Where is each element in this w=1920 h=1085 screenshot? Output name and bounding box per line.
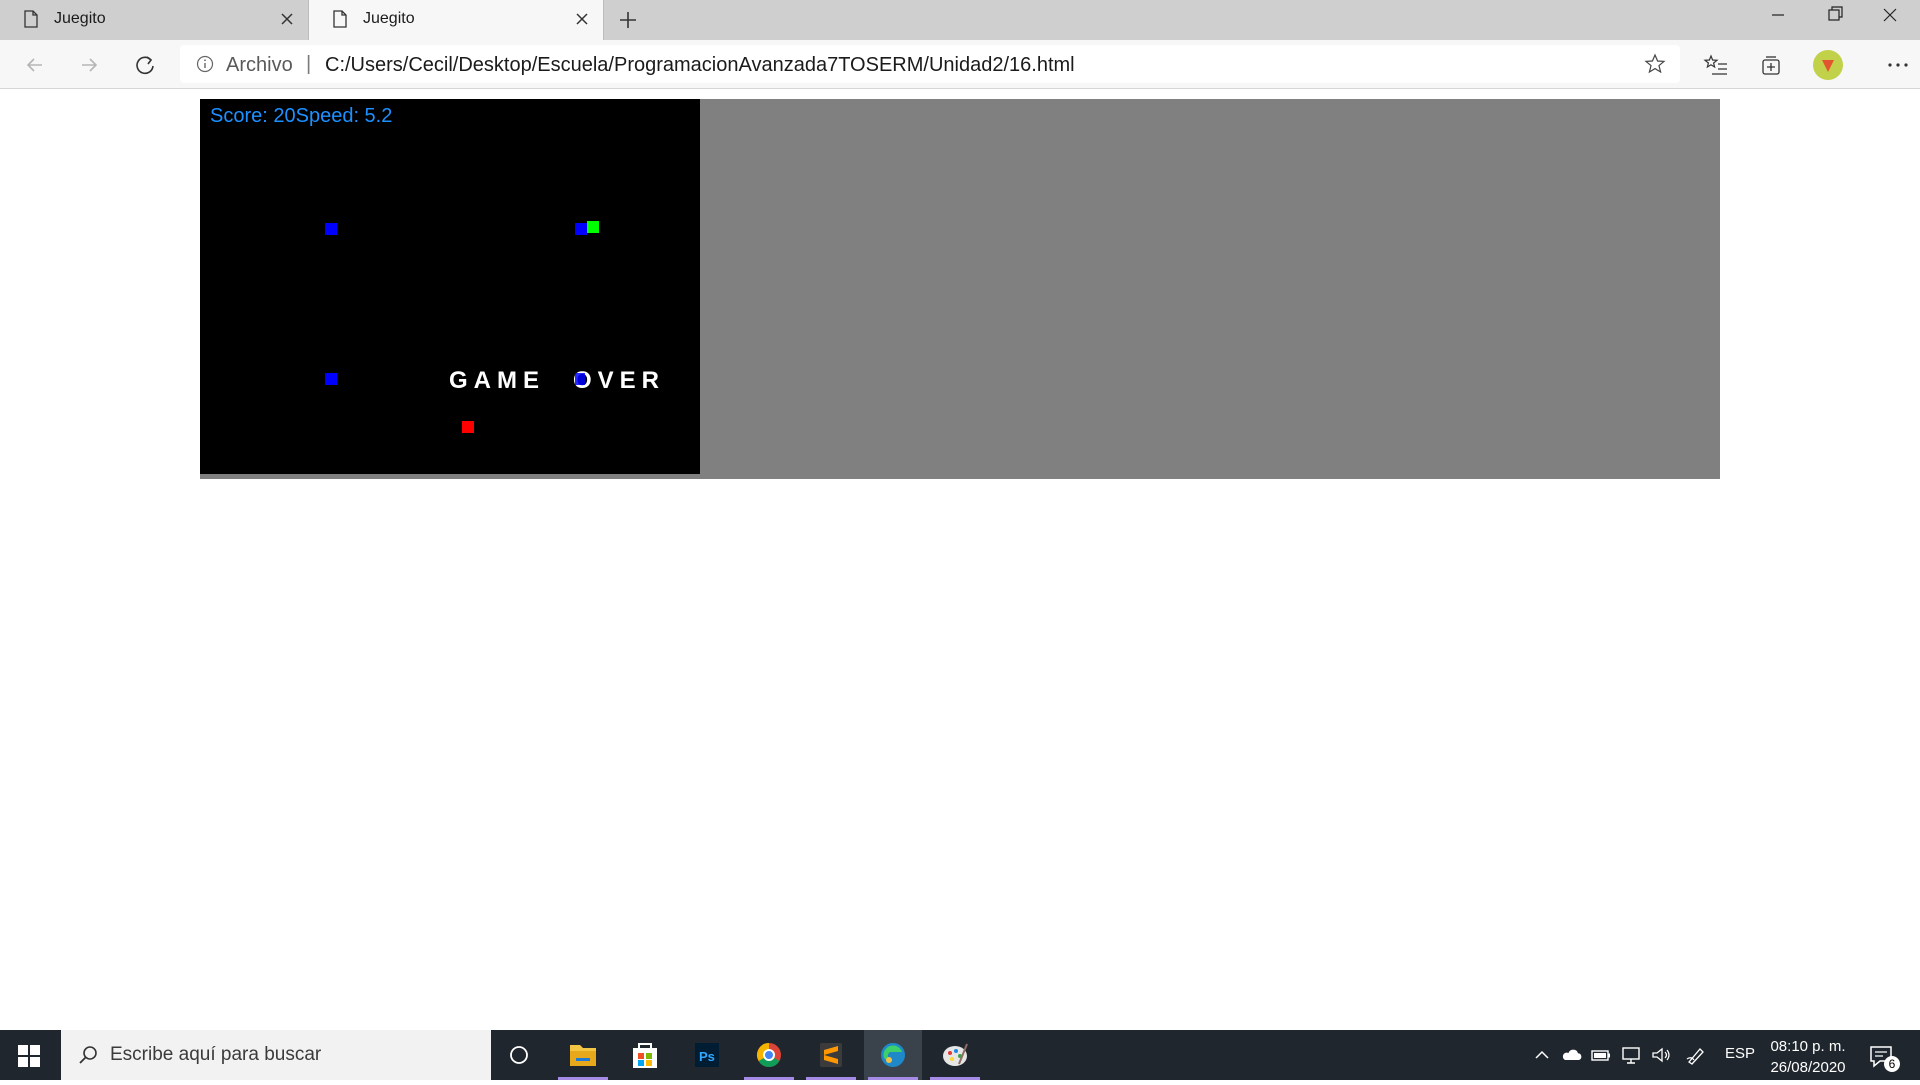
- game-over-text-over: OVER: [573, 367, 666, 394]
- show-hidden-icons-icon[interactable]: [1531, 1044, 1553, 1066]
- forward-icon[interactable]: [74, 50, 104, 80]
- windows-taskbar: Escribe aquí para buscar Ps ESP 08:10 p.…: [0, 1030, 1920, 1080]
- paint-button[interactable]: [926, 1030, 984, 1080]
- onedrive-icon[interactable]: [1561, 1044, 1583, 1066]
- chrome-icon: [756, 1043, 781, 1068]
- snake-head: [587, 221, 599, 233]
- food-item: [462, 421, 474, 433]
- snake-segment: [575, 223, 587, 235]
- new-tab-icon[interactable]: [614, 6, 642, 34]
- search-placeholder: Escribe aquí para buscar: [110, 1044, 322, 1065]
- chrome-button[interactable]: [740, 1030, 798, 1080]
- volume-icon[interactable]: [1650, 1044, 1672, 1066]
- folder-icon: [570, 1045, 596, 1066]
- game-over-text-game: GAME: [449, 367, 545, 394]
- tab-title: Juegito: [363, 10, 415, 27]
- edge-button[interactable]: [864, 1030, 922, 1080]
- snake-segment: [325, 373, 337, 385]
- battery-icon[interactable]: [1590, 1044, 1612, 1066]
- store-button[interactable]: [616, 1030, 674, 1080]
- profile-avatar[interactable]: [1813, 50, 1843, 80]
- address-bar[interactable]: Archivo | C:/Users/Cecil/Desktop/Escuela…: [180, 45, 1680, 83]
- task-view-button[interactable]: [490, 1030, 548, 1080]
- refresh-icon[interactable]: [130, 50, 160, 80]
- score-speed-text: Score: 20Speed: 5.2: [210, 105, 393, 127]
- tab-title: Juegito: [54, 10, 106, 27]
- page-icon: [333, 10, 347, 28]
- clock-date: 26/08/2020: [1770, 1059, 1846, 1076]
- svg-text:Ps: Ps: [699, 1049, 715, 1064]
- pen-ink-icon[interactable]: [1685, 1044, 1707, 1066]
- sublime-text-button[interactable]: [802, 1030, 860, 1080]
- info-icon[interactable]: [196, 55, 214, 73]
- store-icon: [633, 1043, 657, 1068]
- game-canvas[interactable]: Score: 20Speed: 5.2 GAME OVER: [200, 99, 700, 474]
- clock-time: 08:10 p. m.: [1770, 1038, 1846, 1055]
- taskbar-search[interactable]: Escribe aquí para buscar: [61, 1030, 491, 1080]
- notification-count-badge: 6: [1884, 1056, 1900, 1072]
- back-icon[interactable]: [20, 50, 50, 80]
- restore-icon[interactable]: [1806, 0, 1862, 30]
- close-window-icon[interactable]: [1862, 0, 1918, 30]
- paint-icon: [943, 1043, 968, 1066]
- close-tab-icon[interactable]: [571, 8, 593, 30]
- close-tab-icon[interactable]: [276, 8, 298, 30]
- page-icon: [24, 10, 38, 28]
- favorites-list-icon[interactable]: [1703, 52, 1729, 78]
- tab-juegito-2[interactable]: Juegito: [308, 0, 604, 40]
- more-menu-icon[interactable]: [1885, 52, 1911, 78]
- photoshop-button[interactable]: Ps: [678, 1030, 736, 1080]
- input-language[interactable]: ESP: [1725, 1045, 1755, 1062]
- search-icon: [79, 1046, 97, 1064]
- network-icon[interactable]: [1620, 1044, 1642, 1066]
- address-separator: |: [306, 53, 312, 75]
- photoshop-icon: Ps: [695, 1043, 719, 1067]
- minimize-icon[interactable]: [1750, 0, 1806, 30]
- file-scheme-label: Archivo: [226, 54, 293, 76]
- browser-toolbar: Archivo | C:/Users/Cecil/Desktop/Escuela…: [0, 40, 1920, 89]
- url-text[interactable]: C:/Users/Cecil/Desktop/Escuela/Programac…: [325, 54, 1075, 77]
- edge-icon: [881, 1043, 905, 1067]
- sublime-icon: [820, 1043, 842, 1067]
- tab-juegito-1[interactable]: Juegito: [0, 0, 308, 40]
- favorite-star-icon[interactable]: [1644, 53, 1666, 75]
- tab-strip: Juegito Juegito: [0, 0, 1920, 40]
- file-explorer-button[interactable]: [554, 1030, 612, 1080]
- profile-icon: [1822, 60, 1834, 72]
- task-view-icon: [510, 1046, 528, 1064]
- windows-start-icon[interactable]: [18, 1045, 40, 1067]
- snake-segment: [325, 223, 337, 235]
- system-clock[interactable]: 08:10 p. m. 26/08/2020: [1768, 1036, 1848, 1078]
- snake-segment: [575, 373, 585, 385]
- collections-icon[interactable]: [1758, 52, 1784, 78]
